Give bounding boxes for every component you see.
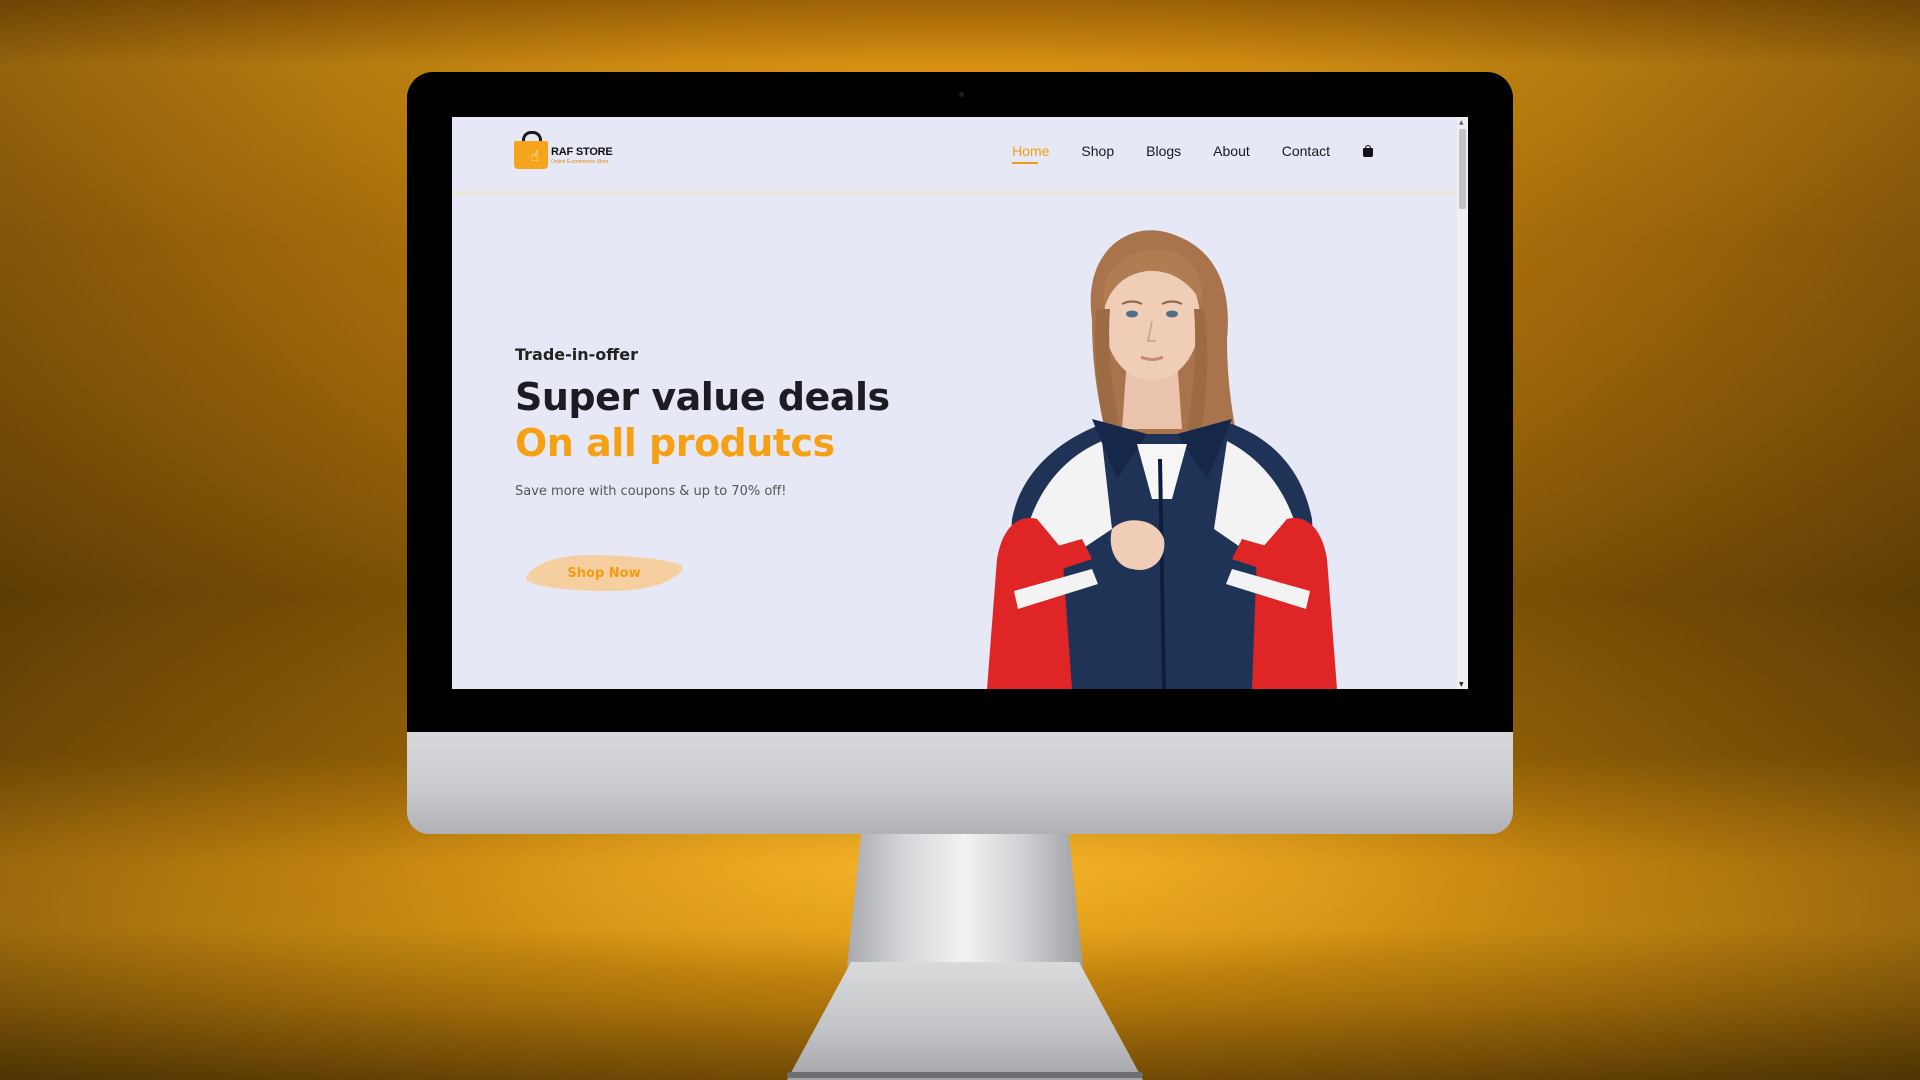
store-logo[interactable]: ☝ RAF STORE Online E-commerce Store xyxy=(514,131,644,177)
imac-monitor: ☝ RAF STORE Online E-commerce Store Home… xyxy=(407,72,1513,1080)
website-screen: ☝ RAF STORE Online E-commerce Store Home… xyxy=(452,117,1468,689)
monitor-stand-foot xyxy=(787,1072,1143,1078)
monitor-chin xyxy=(407,732,1513,834)
shop-now-button[interactable]: Shop Now xyxy=(530,555,678,591)
shopping-bag-icon[interactable] xyxy=(1362,145,1374,157)
hero-section: Trade-in-offer Super value deals On all … xyxy=(515,345,1015,591)
main-nav: Home Shop Blogs About Contact xyxy=(1012,143,1374,164)
pointer-hand-icon: ☝ xyxy=(530,147,540,165)
nav-shop[interactable]: Shop xyxy=(1081,143,1114,159)
nav-blogs[interactable]: Blogs xyxy=(1146,143,1181,159)
store-tagline: Online E-commerce Store xyxy=(551,159,609,165)
camera-dot xyxy=(959,92,964,97)
scroll-down-arrow-icon[interactable]: ▼ xyxy=(1459,681,1464,688)
nav-about[interactable]: About xyxy=(1213,143,1250,159)
site-header: ☝ RAF STORE Online E-commerce Store Home… xyxy=(452,117,1468,195)
hero-headline: Super value deals xyxy=(515,375,890,419)
hero-model-image xyxy=(987,230,1337,689)
page-scrollbar[interactable]: ▲ ▼ xyxy=(1457,117,1468,689)
hero-headline-accent: On all produtcs xyxy=(515,421,835,465)
nav-contact[interactable]: Contact xyxy=(1282,143,1330,159)
monitor-bezel: ☝ RAF STORE Online E-commerce Store Home… xyxy=(407,72,1513,732)
scroll-up-arrow-icon[interactable]: ▲ xyxy=(1459,119,1464,126)
scroll-thumb[interactable] xyxy=(1459,129,1466,209)
nav-home[interactable]: Home xyxy=(1012,143,1049,164)
store-name: RAF STORE xyxy=(551,146,613,158)
hero-kicker: Trade-in-offer xyxy=(515,345,638,364)
hero-subtext: Save more with coupons & up to 70% off! xyxy=(515,484,787,499)
